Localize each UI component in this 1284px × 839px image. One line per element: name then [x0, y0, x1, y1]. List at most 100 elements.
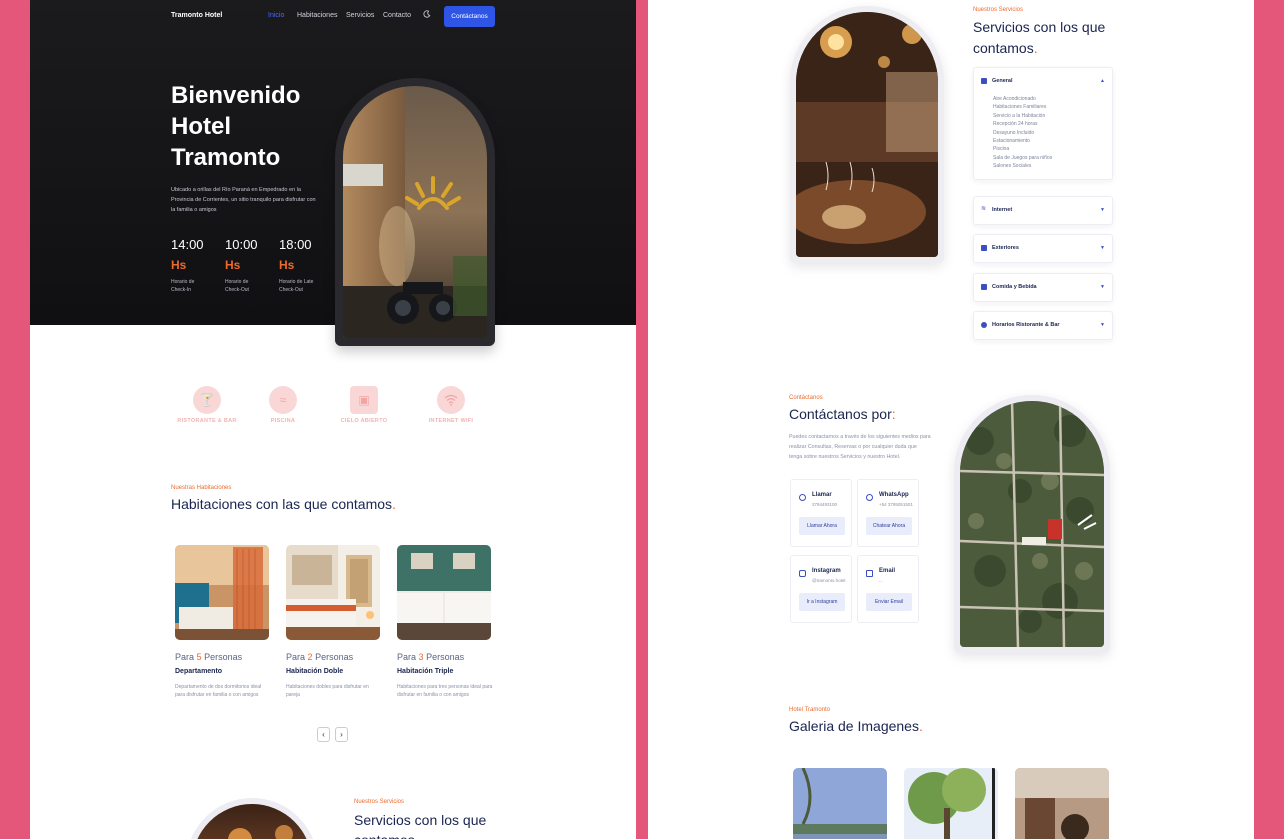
wifi-icon	[437, 386, 465, 414]
chevron-down-icon: ▼	[1100, 207, 1105, 213]
services-eyebrow: Nuestros Servicios	[973, 7, 1024, 13]
right-page-panel: Nuestros Servicios Servicios con los que…	[648, 0, 1254, 839]
pool-icon: ≈	[269, 386, 297, 414]
cocktail-icon: 🍸	[193, 386, 221, 414]
capacity-suffix: Personas	[204, 652, 243, 662]
hour-time: 18:00	[279, 237, 312, 252]
accordion-title: Horarios Ristorante & Bar	[992, 322, 1060, 328]
chevron-down-icon: ▼	[1100, 245, 1105, 251]
room-card-doble[interactable]: Para 2 Personas Habitación Doble Habitac…	[286, 545, 382, 699]
nav-link-habitaciones[interactable]: Habitaciones	[297, 12, 337, 19]
tree-icon	[981, 245, 987, 251]
rooms-prev-button[interactable]: ‹	[317, 727, 330, 742]
hours-item-checkout: 10:00 Hs Horario de Check-Out	[225, 237, 275, 294]
room-description: Habitaciones para tres personas ideal pa…	[397, 684, 493, 698]
capacity-prefix: Para	[397, 652, 417, 662]
rooms-title: Habitaciones con las que contamos.	[171, 496, 396, 512]
rooms-next-button[interactable]: ›	[335, 727, 348, 742]
feature-wifi: INTERNET WIFI	[416, 386, 486, 424]
contact-card-title: Email	[879, 568, 896, 574]
contact-title: Contáctanos por:	[789, 406, 896, 422]
contact-card-instagram: Instagram @tramonto.hotel Ir a Instagram	[790, 555, 852, 623]
accordion-header[interactable]: Horarios Ristorante & Bar ▼	[974, 312, 1112, 339]
room-image	[397, 545, 491, 640]
services-title-line2: contamos	[973, 40, 1034, 56]
nav-link-servicios[interactable]: Servicios	[346, 12, 374, 19]
hour-label: Horario de Check-Out	[225, 279, 249, 293]
moon-icon[interactable]	[423, 10, 431, 18]
whatsapp-icon	[866, 494, 873, 501]
accordion-internet[interactable]: ≋ Internet ▼	[973, 196, 1113, 225]
chat-now-button[interactable]: Chatear Ahora	[866, 517, 912, 535]
hero-section: Tramonto Hotel Inicio Habitaciones Servi…	[30, 0, 636, 325]
gallery-title-text: Galeria de Imagenes	[789, 718, 919, 734]
feature-ristorante: 🍸 RISTORANTE & BAR	[172, 386, 242, 424]
contact-card-llamar: Llamar 3794493100 Llamar Ahora	[790, 479, 852, 547]
location-map-arch	[954, 395, 1110, 653]
clock-icon	[981, 322, 987, 328]
hour-unit: Hs	[279, 258, 295, 272]
capacity-count: 2	[307, 652, 313, 662]
accordion-exteriores[interactable]: Exteriores ▼	[973, 234, 1113, 263]
contact-card-email: Email ... Enviar Email	[857, 555, 919, 623]
contact-card-title: Instagram	[812, 568, 841, 574]
satellite-map[interactable]	[960, 401, 1104, 647]
hours-item-checkin: 14:00 Hs Horario de Check-In	[171, 237, 221, 294]
nav-link-inicio[interactable]: Inicio	[268, 12, 284, 19]
window-icon: ▣	[350, 386, 378, 414]
service-item: Salones Sociales	[993, 163, 1032, 170]
chevron-down-icon: ▼	[1100, 322, 1105, 328]
contact-description: Puedes contactarnos a través de los sigu…	[789, 434, 931, 460]
hour-label: Horario de Check-In	[171, 279, 195, 293]
accordion-title: Exteriores	[992, 245, 1019, 251]
accordion-horarios[interactable]: Horarios Ristorante & Bar ▼	[973, 311, 1113, 340]
capacity-count: 5	[196, 652, 202, 662]
service-item: Habitaciones Familiares	[993, 104, 1047, 111]
hotel-entrance-image	[343, 86, 487, 338]
room-card-departamento[interactable]: Para 5 Personas Departamento Departament…	[175, 545, 271, 699]
gallery-image-river[interactable]	[793, 768, 887, 839]
feature-piscina: ≈ PISCINA	[248, 386, 318, 424]
accordion-header[interactable]: Comida y Bebida ▼	[974, 274, 1112, 301]
instagram-button[interactable]: Ir a Instagram	[799, 593, 845, 611]
contact-nav-button[interactable]: Contáctanos	[444, 6, 495, 27]
nav-link-contacto[interactable]: Contacto	[383, 12, 411, 19]
email-icon	[866, 570, 873, 577]
gallery-image-dining[interactable]	[1015, 768, 1109, 839]
accordion-general[interactable]: General ▲ Aire Acondicionado Habitacione…	[973, 67, 1113, 180]
room-card-triple[interactable]: Para 3 Personas Habitación Triple Habita…	[397, 545, 493, 699]
send-email-button[interactable]: Enviar Email	[866, 593, 912, 611]
services-title-line1: Servicios con los que	[973, 19, 1106, 35]
gallery-image-garden[interactable]	[904, 768, 998, 839]
call-now-button[interactable]: Llamar Ahora	[799, 517, 845, 535]
contact-card-sub: 3794493100	[812, 502, 838, 507]
contact-card-sub: @tramonto.hotel	[812, 578, 846, 583]
instagram-icon	[799, 570, 806, 577]
accordion-comida-bebida[interactable]: Comida y Bebida ▼	[973, 273, 1113, 302]
feature-label: RISTORANTE & BAR	[177, 418, 237, 424]
hour-time: 14:00	[171, 237, 204, 252]
services-title-left: Servicios con los que contamos	[354, 810, 494, 839]
accordion-header[interactable]: Exteriores ▼	[974, 235, 1112, 262]
hours-item-late-checkout: 18:00 Hs Horario de Late Check-Out	[279, 237, 329, 294]
accordion-title: Comida y Bebida	[992, 284, 1037, 290]
capacity-count: 3	[418, 652, 424, 662]
chevron-up-icon: ▲	[1100, 78, 1105, 84]
hour-unit: Hs	[171, 258, 187, 272]
left-page-panel: Tramonto Hotel Inicio Habitaciones Servi…	[30, 0, 636, 839]
room-description: Habitaciones dobles para disfrutar en pa…	[286, 684, 369, 698]
service-item: Servicio a la Habitación	[993, 112, 1046, 119]
contact-card-title: WhatsApp	[879, 492, 909, 498]
service-item: Desayuno Incluido	[993, 129, 1035, 136]
contact-card-sub: +54 3795051501	[879, 502, 913, 507]
service-item: Recepción 24 horas	[993, 121, 1038, 128]
service-item: Piscina	[993, 146, 1010, 153]
accordion-header[interactable]: General ▲	[974, 68, 1112, 95]
chevron-down-icon: ▼	[1100, 284, 1105, 290]
room-name: Departamento	[175, 668, 223, 675]
rooms-eyebrow: Nuestras Habitaciones	[171, 485, 232, 491]
capacity-suffix: Personas	[426, 652, 465, 662]
room-capacity: Para 3 Personas	[397, 652, 493, 662]
brand-logo[interactable]: Tramonto Hotel	[171, 12, 222, 19]
accordion-header[interactable]: ≋ Internet ▼	[974, 197, 1112, 224]
